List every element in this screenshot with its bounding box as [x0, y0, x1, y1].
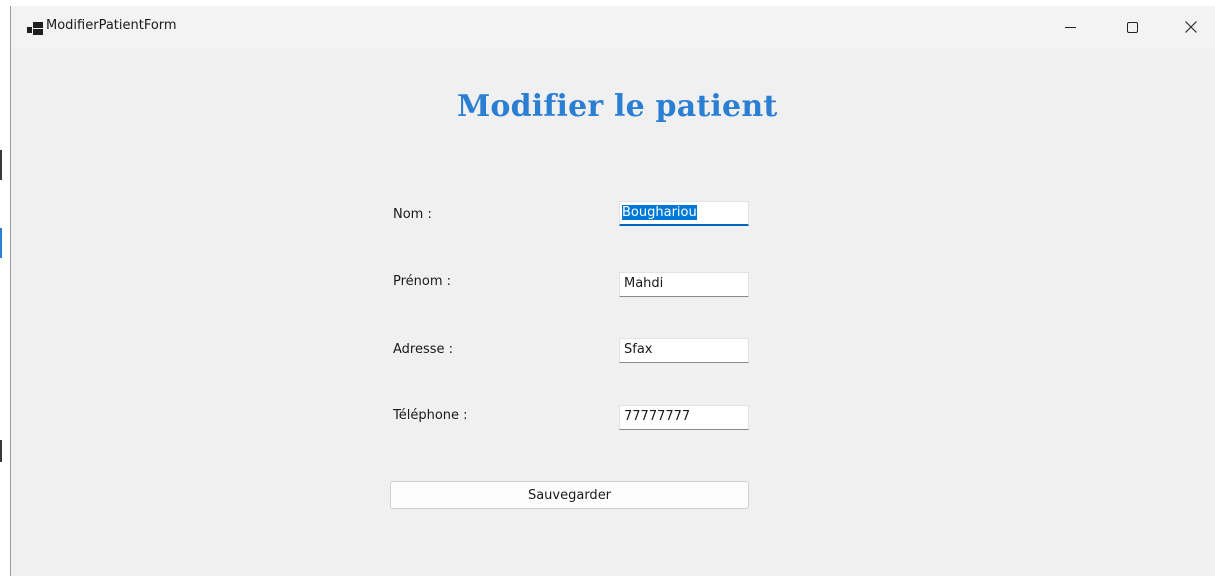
title-bar[interactable]: ModifierPatientForm [11, 6, 1215, 48]
telephone-label: Téléphone : [393, 408, 468, 423]
minimize-button[interactable] [1047, 6, 1093, 48]
minimize-icon [1064, 26, 1076, 28]
telephone-input[interactable]: 77777777 [619, 405, 749, 430]
form-heading: Modifier le patient [457, 89, 778, 124]
save-button[interactable]: Sauvegarder [390, 481, 749, 509]
nom-label: Nom : [393, 207, 432, 222]
adresse-input[interactable]: Sfax [619, 338, 749, 363]
close-button[interactable] [1168, 6, 1214, 48]
background-window-edge [0, 228, 2, 258]
prenom-label: Prénom : [393, 274, 452, 289]
telephone-input-value: 77777777 [624, 409, 691, 424]
prenom-input-value: Mahdi [624, 276, 664, 291]
close-icon [1185, 21, 1197, 33]
maximize-button[interactable] [1109, 6, 1155, 48]
maximize-icon [1126, 21, 1138, 33]
background-window-edge [0, 150, 2, 180]
window-title: ModifierPatientForm [46, 18, 177, 33]
app-icon [27, 22, 43, 35]
adresse-label: Adresse : [393, 342, 454, 357]
prenom-input[interactable]: Mahdi [619, 272, 749, 297]
patient-edit-window: ModifierPatientForm Modifier le patient … [10, 6, 1215, 576]
nom-input-value: Boughariou [622, 205, 697, 220]
background-window-edge [0, 440, 2, 462]
adresse-input-value: Sfax [624, 342, 653, 357]
nom-input[interactable]: Boughariou [619, 201, 749, 226]
